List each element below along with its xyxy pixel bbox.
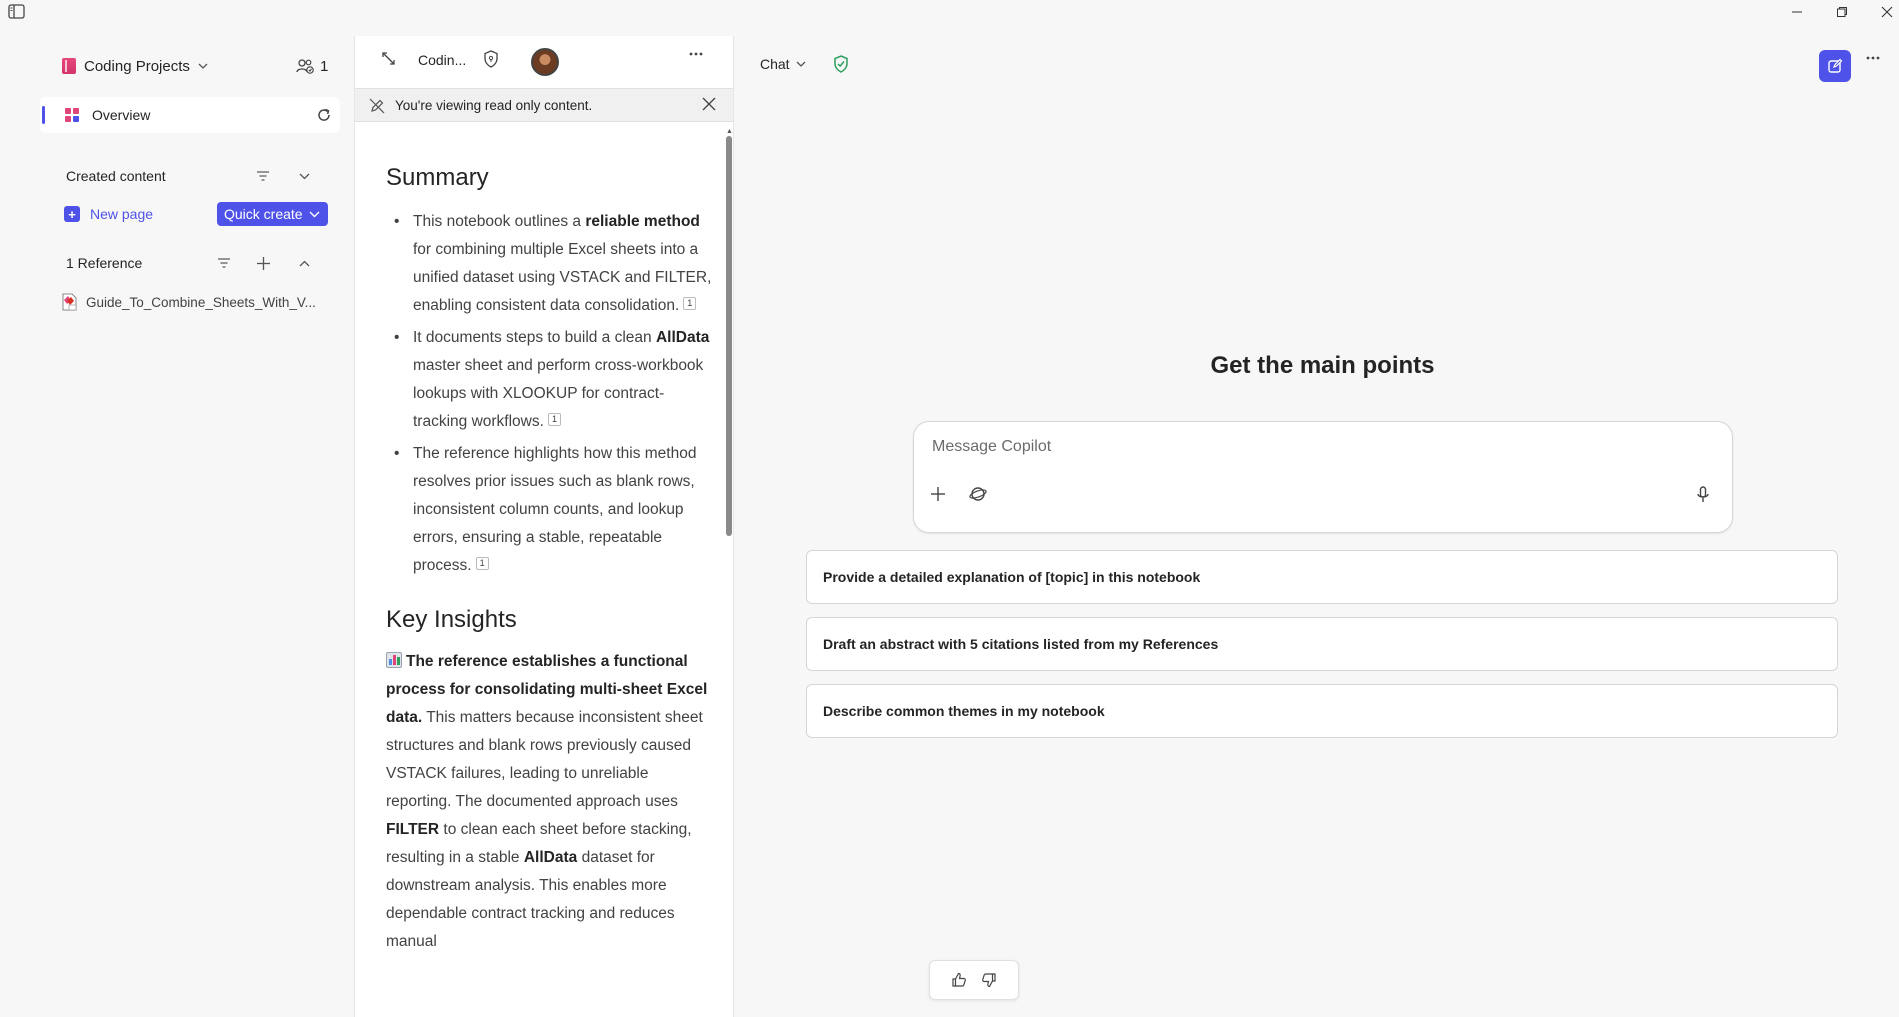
scrollbar[interactable]: ▲: [726, 128, 733, 1016]
references-title: 1 Reference: [66, 255, 143, 271]
list-item: The reference highlights how this method…: [386, 440, 716, 580]
suggestion-card[interactable]: Draft an abstract with 5 citations liste…: [806, 617, 1838, 671]
chat-pane: Chat Get the main points Provide a detai…: [736, 24, 1899, 1017]
text: The reference highlights how this method…: [413, 445, 697, 574]
close-icon[interactable]: [1876, 2, 1898, 22]
people-icon: [296, 58, 314, 74]
scroll-up-icon[interactable]: ▲: [726, 128, 733, 135]
nav-overview[interactable]: Overview: [40, 97, 340, 133]
title-bar: [0, 0, 1899, 24]
minimize-icon[interactable]: [1786, 2, 1808, 22]
text: This matters because inconsistent sheet …: [386, 709, 703, 810]
chevron-down-icon: [796, 61, 806, 67]
reference-item[interactable]: Guide_To_Combine_Sheets_With_V...: [62, 291, 332, 313]
new-page-label: New page: [90, 206, 154, 222]
reference-item-label: Guide_To_Combine_Sheets_With_V...: [86, 294, 316, 310]
add-reference-icon[interactable]: [252, 252, 274, 274]
page-content: Summary This notebook outlines a reliabl…: [386, 164, 716, 956]
citation-badge[interactable]: 1: [547, 413, 561, 426]
quick-create-label: Quick create: [224, 206, 303, 222]
refresh-icon[interactable]: [316, 107, 332, 123]
notebook-title-dropdown[interactable]: Coding Projects: [62, 55, 208, 77]
message-composer: [913, 421, 1733, 533]
chevron-down-icon: [198, 63, 208, 69]
new-page-button[interactable]: + New page: [64, 203, 153, 225]
bold-text: AllData: [523, 849, 578, 866]
suggestion-card[interactable]: Describe common themes in my notebook: [806, 684, 1838, 738]
feedback-bar: [929, 960, 1019, 1000]
readonly-banner: You're viewing read only content.: [355, 88, 733, 122]
scrollbar-thumb[interactable]: [726, 136, 732, 536]
page-toolbar: Codin...: [355, 36, 733, 88]
message-input[interactable]: [932, 434, 1692, 460]
chat-heading: Get the main points: [1210, 352, 1435, 379]
text: This notebook outlines a: [413, 213, 586, 230]
new-chat-button[interactable]: [1819, 50, 1851, 82]
sidebar-toggle-icon[interactable]: [8, 4, 25, 19]
citation-badge[interactable]: 1: [683, 297, 697, 310]
created-content-title: Created content: [66, 168, 166, 184]
list-item: This notebook outlines a reliable method…: [386, 208, 716, 320]
bold-text: reliable method: [585, 213, 700, 230]
chevron-down-icon[interactable]: [293, 165, 315, 187]
thumbs-up-icon[interactable]: [951, 972, 967, 988]
readonly-message: You're viewing read only content.: [395, 98, 593, 113]
expand-icon[interactable]: [381, 51, 396, 66]
list-item: It documents steps to build a clean AllD…: [386, 324, 716, 436]
page-title[interactable]: Codin...: [418, 52, 466, 68]
shield-check-icon[interactable]: [833, 55, 849, 73]
summary-list: This notebook outlines a reliable method…: [386, 208, 716, 580]
insights-heading: Key Insights: [386, 606, 517, 633]
plus-icon: +: [64, 206, 80, 222]
nav-overview-label: Overview: [92, 107, 151, 123]
bold-text: FILTER: [386, 821, 440, 838]
pdf-icon: [62, 293, 77, 311]
bold-text: AllData: [655, 329, 710, 346]
pencil-off-icon: [369, 98, 385, 114]
chat-mode-dropdown[interactable]: Chat: [760, 56, 806, 72]
share-count: 1: [320, 57, 329, 75]
compose-icon: [1827, 58, 1843, 74]
text: It documents steps to build a clean: [413, 329, 656, 346]
selected-indicator: [42, 106, 45, 124]
share-button[interactable]: 1: [296, 55, 328, 77]
filter-icon[interactable]: [252, 165, 274, 187]
close-icon[interactable]: [702, 97, 716, 111]
chevron-down-icon: [309, 211, 320, 218]
text: for combining multiple Excel sheets into…: [413, 241, 712, 314]
more-icon[interactable]: [1866, 56, 1880, 60]
shield-icon[interactable]: [483, 50, 499, 68]
insight-paragraph: The reference establishes a functional p…: [386, 648, 716, 956]
grid-icon: [65, 108, 79, 122]
mic-icon[interactable]: [1696, 486, 1710, 504]
notebook-title: Coding Projects: [84, 57, 190, 75]
summary-heading: Summary: [386, 164, 489, 191]
filter-icon[interactable]: [213, 252, 235, 274]
suggestion-card[interactable]: Provide a detailed explanation of [topic…: [806, 550, 1838, 604]
bar-chart-icon: [386, 652, 402, 668]
chat-mode-label: Chat: [760, 56, 790, 72]
globe-icon[interactable]: [969, 486, 987, 502]
quick-create-button[interactable]: Quick create: [217, 202, 328, 226]
citation-badge[interactable]: 1: [475, 557, 489, 570]
notebook-icon: [62, 58, 76, 74]
thumbs-down-icon[interactable]: [981, 972, 997, 988]
chevron-up-icon[interactable]: [293, 252, 315, 274]
page-panel: Codin... You're viewing read only conten…: [354, 36, 734, 1017]
avatar[interactable]: [531, 48, 559, 76]
more-icon[interactable]: [689, 52, 703, 56]
restore-icon[interactable]: [1831, 2, 1853, 22]
plus-icon[interactable]: [930, 486, 946, 502]
